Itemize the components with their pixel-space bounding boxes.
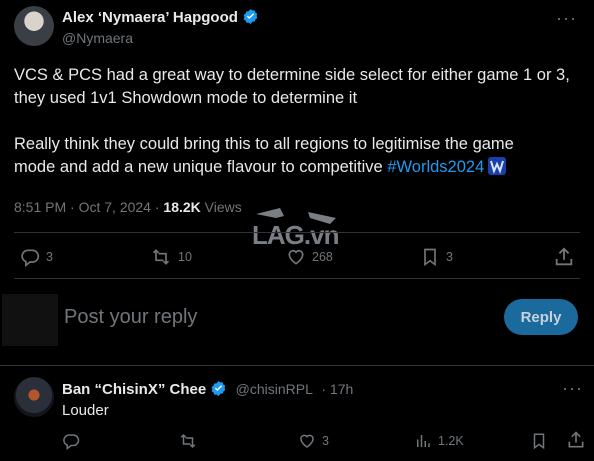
divider bbox=[14, 232, 580, 233]
retweet-icon bbox=[152, 249, 170, 265]
divider bbox=[14, 278, 580, 279]
composer-avatar bbox=[2, 294, 58, 346]
like-action[interactable]: 268 bbox=[286, 247, 333, 267]
verified-badge-icon bbox=[210, 380, 227, 402]
share-icon bbox=[555, 247, 573, 266]
reply-more-options-icon[interactable]: ··· bbox=[562, 378, 583, 399]
verified-badge-icon bbox=[242, 8, 259, 30]
reply-like-action[interactable]: 3 bbox=[298, 432, 329, 450]
bookmark-icon bbox=[533, 433, 545, 450]
reply-bookmark-action[interactable] bbox=[530, 432, 554, 450]
heart-icon bbox=[288, 249, 304, 265]
reply-views-count: 1.2K bbox=[438, 434, 464, 448]
tweet-text-line: mode and add a new unique flavour to com… bbox=[14, 158, 388, 176]
author-handle[interactable]: @Nymaera bbox=[62, 30, 133, 46]
bookmark-count: 3 bbox=[446, 250, 453, 264]
retweet-count: 10 bbox=[178, 250, 192, 264]
tweet-text-line: they used 1v1 Showdown mode to determine… bbox=[14, 89, 358, 107]
reply-icon bbox=[21, 249, 40, 267]
reply-views-action[interactable]: 1.2K bbox=[414, 432, 464, 450]
reply-action[interactable]: 3 bbox=[20, 247, 53, 267]
reply-icon bbox=[63, 434, 80, 450]
tweet-text-line: VCS & PCS had a great way to determine s… bbox=[14, 66, 570, 84]
like-count: 268 bbox=[312, 250, 333, 264]
views-label: Views bbox=[200, 199, 242, 215]
views-count: 18.2K bbox=[163, 199, 201, 215]
tweet-text-line: Really think they could bring this to al… bbox=[14, 135, 514, 153]
heart-icon bbox=[300, 434, 314, 448]
views-chart-icon bbox=[417, 435, 430, 447]
share-icon bbox=[568, 431, 584, 448]
author-name[interactable]: Alex ‘Nymaera’ Hapgood bbox=[62, 9, 238, 26]
retweet-action[interactable]: 10 bbox=[150, 247, 192, 267]
reply-count: 3 bbox=[46, 250, 53, 264]
reply-author-name[interactable]: Ban “ChisinX” Chee bbox=[62, 381, 206, 398]
reply-share-action[interactable] bbox=[566, 430, 592, 450]
bookmark-action[interactable]: 3 bbox=[420, 247, 453, 267]
reply-retweet-action[interactable] bbox=[178, 432, 204, 450]
share-action[interactable] bbox=[553, 246, 581, 268]
hashtag-link[interactable]: #Worlds2024 bbox=[387, 158, 484, 176]
reply-timestamp[interactable]: · 17h bbox=[321, 381, 353, 397]
worlds-emoji-icon bbox=[487, 156, 507, 183]
reply-author-avatar[interactable] bbox=[14, 377, 54, 417]
reply-button[interactable]: Reply bbox=[504, 299, 578, 335]
reply-like-count: 3 bbox=[322, 434, 329, 448]
reply-text: Louder bbox=[62, 402, 109, 419]
more-options-icon[interactable]: ··· bbox=[556, 8, 577, 29]
author-avatar[interactable] bbox=[14, 6, 54, 46]
reply-author-handle[interactable]: @chisinRPL bbox=[236, 381, 313, 397]
reply-input[interactable]: Post your reply bbox=[64, 306, 197, 329]
tweet-timestamp[interactable]: 8:51 PM · Oct 7, 2024 · bbox=[14, 199, 163, 215]
bookmark-icon bbox=[424, 248, 436, 267]
retweet-icon bbox=[180, 433, 196, 449]
reply-reply-action[interactable] bbox=[62, 432, 86, 450]
divider bbox=[0, 365, 594, 366]
